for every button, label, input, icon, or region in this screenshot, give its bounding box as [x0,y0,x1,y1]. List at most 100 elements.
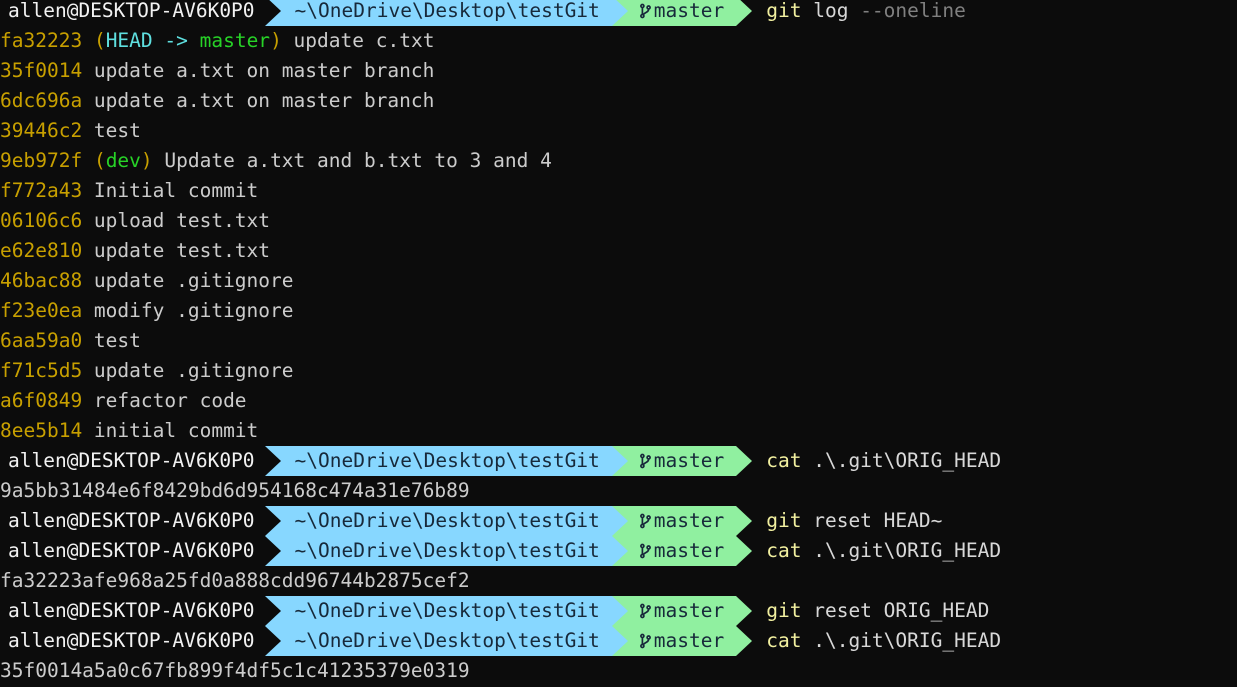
prompt-path: ~\OneDrive\Desktop\testGit [280,0,612,26]
commit-message: update a.txt on master branch [82,59,435,82]
commit-hash: f23e0ea [0,299,83,322]
decoration-ref: master [199,29,271,52]
commit-message: update .gitignore [82,269,294,292]
prompt-line-cat-orig-head-2[interactable]: allen@DESKTOP-AV6K0P0 ~\OneDrive\Desktop… [0,536,1237,566]
commit-message: modify .gitignore [82,299,294,322]
powerline-separator-icon [611,536,628,566]
command-git-reset-head-tilde[interactable]: git reset HEAD~ [752,506,942,536]
powerline-separator-icon [736,536,753,566]
prompt-branch: master [627,0,737,26]
commit-message: upload test.txt [82,209,271,232]
log-entry-row: 06106c6 upload test.txt [0,206,1237,236]
commit-message: update .gitignore [82,359,294,382]
commit-hash: fa32223 [0,29,83,52]
log-entry-row: a6f0849 refactor code [0,386,1237,416]
command-keyword: cat [766,539,802,562]
prompt-path: ~\OneDrive\Desktop\testGit [280,626,612,656]
log-entry-row: f71c5d5 update .gitignore [0,356,1237,386]
decoration-head: HEAD -> [105,29,200,52]
prompt-branch-label: master [653,449,725,472]
prompt-user-host: allen@DESKTOP-AV6K0P0 [0,596,265,626]
command-args: reset HEAD~ [801,509,943,532]
orig-head-sha: 35f0014a5a0c67fb899f4df5c1c41235379e0319 [0,659,470,682]
commit-message: update a.txt on master branch [82,89,435,112]
prompt-line-git-reset-head-tilde[interactable]: allen@DESKTOP-AV6K0P0 ~\OneDrive\Desktop… [0,506,1237,536]
powerline-separator-icon [264,0,281,26]
prompt-branch: master [627,446,737,476]
powerline-separator-icon [736,506,753,536]
powerline-separator-icon [264,596,281,626]
commit-hash: 6aa59a0 [0,329,83,352]
log-entry-row: 6aa59a0 test [0,326,1237,356]
powerline-separator-icon [611,506,628,536]
prompt-path: ~\OneDrive\Desktop\testGit [280,446,612,476]
prompt-line-cat-orig-head-3[interactable]: allen@DESKTOP-AV6K0P0 ~\OneDrive\Desktop… [0,626,1237,656]
commit-hash: a6f0849 [0,389,83,412]
command-cat-orig-head[interactable]: cat .\.git\ORIG_HEAD [752,536,1001,566]
decoration-ref: dev [105,149,141,172]
git-branch-icon [639,0,651,26]
prompt-line-cat-orig-head-1[interactable]: allen@DESKTOP-AV6K0P0 ~\OneDrive\Desktop… [0,446,1237,476]
command-keyword: git [766,0,802,22]
powerline-separator-icon [264,626,281,656]
output-line: fa32223afe968a25fd0a888cdd96744b2875cef2 [0,566,1237,596]
prompt-path: ~\OneDrive\Desktop\testGit [280,536,612,566]
prompt-user-host: allen@DESKTOP-AV6K0P0 [0,626,265,656]
command-git-reset-orig-head[interactable]: git reset ORIG_HEAD [752,596,989,626]
commit-message: initial commit [82,419,259,442]
powerline-separator-icon [611,0,628,26]
log-entry-row: 35f0014 update a.txt on master branch [0,56,1237,86]
log-entry-row: 8ee5b14 initial commit [0,416,1237,446]
prompt-branch: master [627,506,737,536]
powerline-separator-icon [736,0,753,26]
command-args: .\.git\ORIG_HEAD [801,629,1002,652]
commit-message: refactor code [82,389,247,412]
prompt-branch-label: master [653,539,725,562]
command-cat-orig-head[interactable]: cat .\.git\ORIG_HEAD [752,446,1001,476]
prompt-path: ~\OneDrive\Desktop\testGit [280,506,612,536]
log-entry-row: 9eb972f (dev) Update a.txt and b.txt to … [0,146,1237,176]
commit-message: update c.txt [281,29,435,52]
terminal-screen[interactable]: allen@DESKTOP-AV6K0P0 ~\OneDrive\Desktop… [0,0,1237,687]
prompt-line-git-reset-orig-head[interactable]: allen@DESKTOP-AV6K0P0 ~\OneDrive\Desktop… [0,596,1237,626]
commit-hash: 9eb972f [0,149,83,172]
prompt-user-host: allen@DESKTOP-AV6K0P0 [0,536,265,566]
prompt-user-host: allen@DESKTOP-AV6K0P0 [0,506,265,536]
log-entry-row: 39446c2 test [0,116,1237,146]
command-keyword: cat [766,449,802,472]
powerline-separator-icon [736,446,753,476]
command-keyword: cat [766,629,802,652]
powerline-separator-icon [264,506,281,536]
commit-hash: 46bac88 [0,269,83,292]
decoration-close-paren: ) [140,149,153,172]
prompt-branch-label: master [653,629,725,652]
command-keyword: git [766,509,802,532]
prompt-branch-label: master [653,509,725,532]
log-entry-row: 6dc696a update a.txt on master branch [0,86,1237,116]
commit-hash: e62e810 [0,239,83,262]
orig-head-sha: fa32223afe968a25fd0a888cdd96744b2875cef2 [0,569,470,592]
command-keyword: git [766,599,802,622]
git-branch-icon [639,446,651,476]
log-entry-row: f772a43 Initial commit [0,176,1237,206]
command-git-log[interactable]: git log --oneline [752,0,966,26]
git-branch-icon [639,506,651,536]
powerline-separator-icon [736,626,753,656]
command-cat-orig-head[interactable]: cat .\.git\ORIG_HEAD [752,626,1001,656]
powerline-separator-icon [611,596,628,626]
command-flag: --oneline [860,0,966,22]
prompt-branch: master [627,536,737,566]
prompt-user-host: allen@DESKTOP-AV6K0P0 [0,446,265,476]
powerline-separator-icon [264,446,281,476]
output-line: 35f0014a5a0c67fb899f4df5c1c41235379e0319 [0,656,1237,686]
prompt-user-host: allen@DESKTOP-AV6K0P0 [0,0,265,26]
commit-hash: 6dc696a [0,89,83,112]
orig-head-sha: 9a5bb31484e6f8429bd6d954168c474a31e76b89 [0,479,470,502]
output-line: 9a5bb31484e6f8429bd6d954168c474a31e76b89 [0,476,1237,506]
commit-hash: f71c5d5 [0,359,83,382]
prompt-line-git-log[interactable]: allen@DESKTOP-AV6K0P0 ~\OneDrive\Desktop… [0,0,1237,26]
command-args: .\.git\ORIG_HEAD [801,449,1002,472]
commit-hash: 8ee5b14 [0,419,83,442]
commit-message: test [82,119,141,142]
commit-hash: f772a43 [0,179,83,202]
